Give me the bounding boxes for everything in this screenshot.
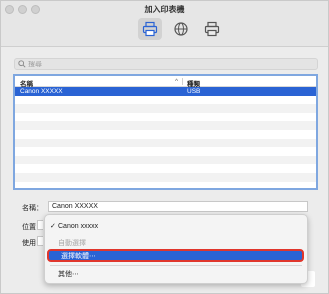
search-icon xyxy=(18,60,26,68)
empty-row xyxy=(15,172,316,182)
search-field[interactable] xyxy=(14,58,318,70)
checkmark-icon: ✓ xyxy=(50,223,56,230)
driver-popup-menu: ✓ Canon xxxxx 自動選擇 選擇軟體⋯ 其他⋯ xyxy=(44,214,308,284)
menu-item-other[interactable]: 其他⋯ xyxy=(58,269,79,279)
titlebar: 加入印表機 xyxy=(1,1,328,47)
empty-row xyxy=(15,182,316,188)
empty-row xyxy=(15,113,316,122)
location-input[interactable] xyxy=(37,220,43,230)
fax-icon xyxy=(204,21,220,37)
search-input[interactable] xyxy=(28,60,308,68)
empty-row xyxy=(15,155,316,165)
windows-printers-tab[interactable] xyxy=(200,18,224,40)
empty-row xyxy=(15,164,316,173)
printer-list[interactable]: 名稱 ^ 種類 Canon XXXXX USB xyxy=(13,74,318,190)
printer-name-cell: Canon XXXXX xyxy=(20,88,63,95)
empty-row xyxy=(15,104,316,113)
name-label: 名稱： xyxy=(22,205,43,212)
printer-icon xyxy=(142,21,158,37)
empty-row xyxy=(15,121,316,130)
sort-indicator: ^ xyxy=(175,78,179,85)
empty-row xyxy=(15,147,316,156)
menu-item-label: 選擇軟體⋯ xyxy=(61,252,96,260)
menu-item-select-software[interactable]: 選擇軟體⋯ xyxy=(47,249,304,262)
printer-list-header: 名稱 ^ 種類 xyxy=(15,76,316,88)
ip-printers-tab[interactable] xyxy=(169,18,193,40)
printer-kind-cell: USB xyxy=(187,88,201,95)
printer-row[interactable]: Canon XXXXX USB xyxy=(15,87,316,96)
globe-icon xyxy=(174,22,188,36)
menu-divider xyxy=(50,265,302,266)
column-divider xyxy=(182,78,183,85)
menu-item-label: Canon xxxxx xyxy=(58,222,99,230)
menu-item-auto-select: 自動選擇 xyxy=(58,240,86,247)
window-title: 加入印表機 xyxy=(144,5,185,14)
empty-row xyxy=(15,138,316,148)
add-printer-window: 加入印表機 搜尋 名稱 ^ 種類 Canon XXXXX USB 名稱： Can… xyxy=(0,0,329,294)
empty-row xyxy=(15,96,316,105)
name-input[interactable]: Canon XXXXX xyxy=(48,201,308,212)
menu-item-canon-driver[interactable]: ✓ Canon xxxxx xyxy=(50,221,98,231)
default-printers-tab[interactable] xyxy=(138,18,162,40)
use-popup[interactable] xyxy=(37,236,43,246)
empty-row xyxy=(15,130,316,139)
